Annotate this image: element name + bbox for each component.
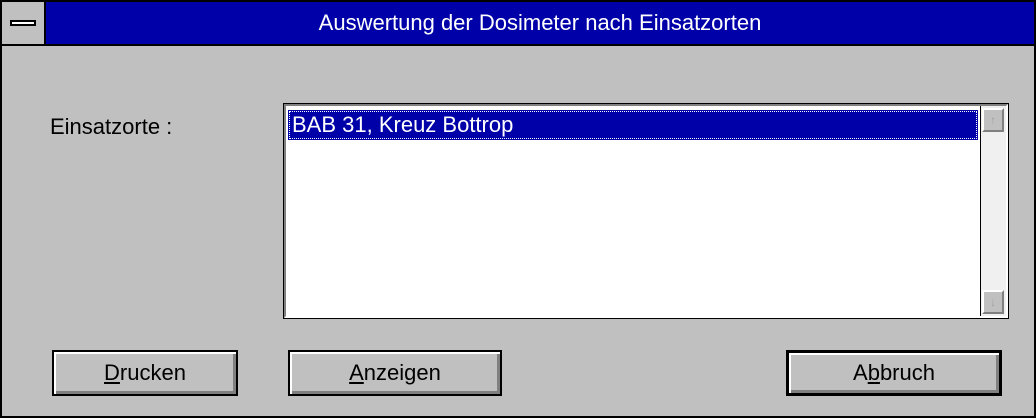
- drucken-mnemonic: D: [104, 360, 120, 385]
- anzeigen-mnemonic: A: [349, 360, 364, 385]
- abbruch-button[interactable]: Ab bruch: [786, 350, 1002, 396]
- title-bar[interactable]: Auswertung der Dosimeter nach Einsatzort…: [2, 2, 1034, 46]
- scroll-up-button[interactable]: ↑: [982, 108, 1004, 132]
- arrow-up-icon: ↑: [990, 113, 996, 127]
- system-menu-icon: [10, 20, 36, 26]
- scroll-down-button[interactable]: ↓: [982, 290, 1004, 314]
- drucken-button[interactable]: Drucken: [52, 350, 238, 396]
- list-item[interactable]: BAB 31, Kreuz Bottrop: [288, 110, 978, 140]
- arrow-down-icon: ↓: [990, 295, 996, 309]
- dialog-window: Auswertung der Dosimeter nach Einsatzort…: [0, 0, 1036, 418]
- drucken-rest: rucken: [119, 360, 186, 385]
- einsatzorte-label: Einsatzorte :: [50, 114, 173, 139]
- window-title: Auswertung der Dosimeter nach Einsatzort…: [318, 10, 762, 35]
- abbruch-prefix: A: [853, 360, 868, 385]
- listbox-content: BAB 31, Kreuz Bottrop: [286, 106, 980, 316]
- anzeigen-button[interactable]: Anzeigen: [288, 350, 502, 396]
- anzeigen-rest: nzeigen: [363, 360, 441, 385]
- abbruch-rest: bruch: [879, 360, 935, 385]
- abbruch-mnemonic: b: [867, 360, 880, 385]
- einsatzorte-listbox[interactable]: BAB 31, Kreuz Bottrop ↑ ↓: [283, 103, 1009, 319]
- vertical-scrollbar[interactable]: ↑ ↓: [980, 106, 1006, 316]
- system-menu-button[interactable]: [2, 2, 46, 44]
